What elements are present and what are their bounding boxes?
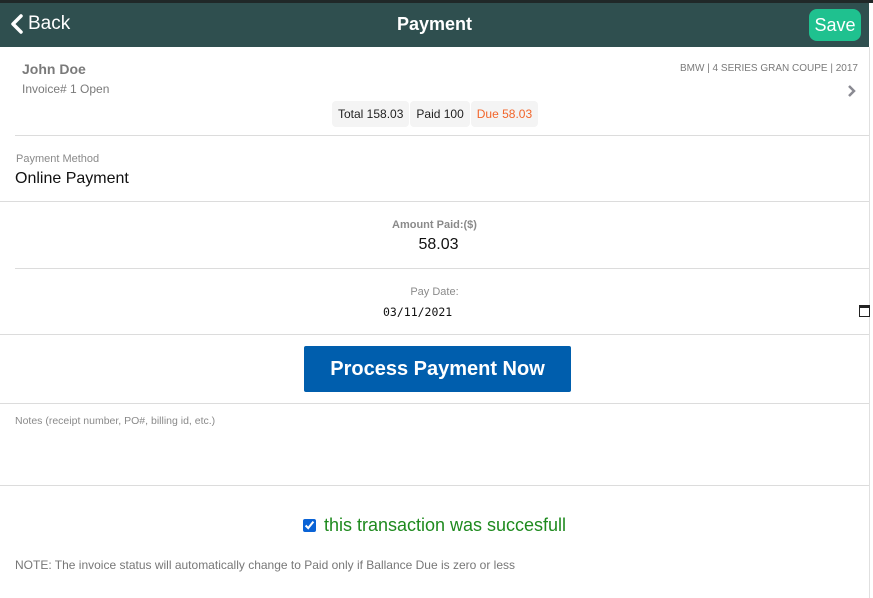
pay-date-label: Pay Date: <box>410 286 459 298</box>
divider <box>0 485 869 486</box>
process-payment-button[interactable]: Process Payment Now <box>304 346 571 392</box>
divider <box>0 334 869 335</box>
vehicle-info: BMW | 4 SERIES GRAN COUPE | 2017 <box>679 63 858 74</box>
amount-paid-label: Amount Paid:($) <box>392 219 477 231</box>
success-checkbox[interactable] <box>302 519 316 532</box>
customer-name: John Doe <box>22 61 86 77</box>
calendar-icon[interactable] <box>859 305 870 317</box>
payment-method-value[interactable]: Online Payment <box>15 170 129 188</box>
footer-note: NOTE: The invoice status will automatica… <box>15 558 516 572</box>
save-button[interactable]: Save <box>809 9 861 41</box>
app-header: Back Payment Save <box>0 3 869 47</box>
payment-method-label: Payment Method <box>16 153 100 165</box>
divider <box>0 201 869 202</box>
scrollbar-track[interactable] <box>869 47 870 598</box>
page-title: Payment <box>396 14 473 34</box>
divider <box>15 268 869 269</box>
due-badge: Due 58.03 <box>470 101 539 127</box>
paid-badge: Paid 100 <box>410 101 470 127</box>
divider <box>15 135 869 136</box>
invoice-status: Invoice# 1 Open <box>22 82 110 96</box>
notes-input[interactable] <box>15 415 865 477</box>
chevron-right-icon[interactable] <box>847 84 857 98</box>
success-checkbox-row[interactable]: this transaction was succesfull <box>0 515 869 536</box>
totals-summary: Total 158.03 Paid 100 Due 58.03 <box>332 101 539 127</box>
amount-paid-input[interactable]: 58.03 <box>0 236 873 254</box>
divider <box>0 403 869 404</box>
success-label: this transaction was succesfull <box>323 515 567 535</box>
total-badge: Total 158.03 <box>332 101 410 127</box>
pay-date-input[interactable]: 03/11/2021 <box>383 305 452 319</box>
